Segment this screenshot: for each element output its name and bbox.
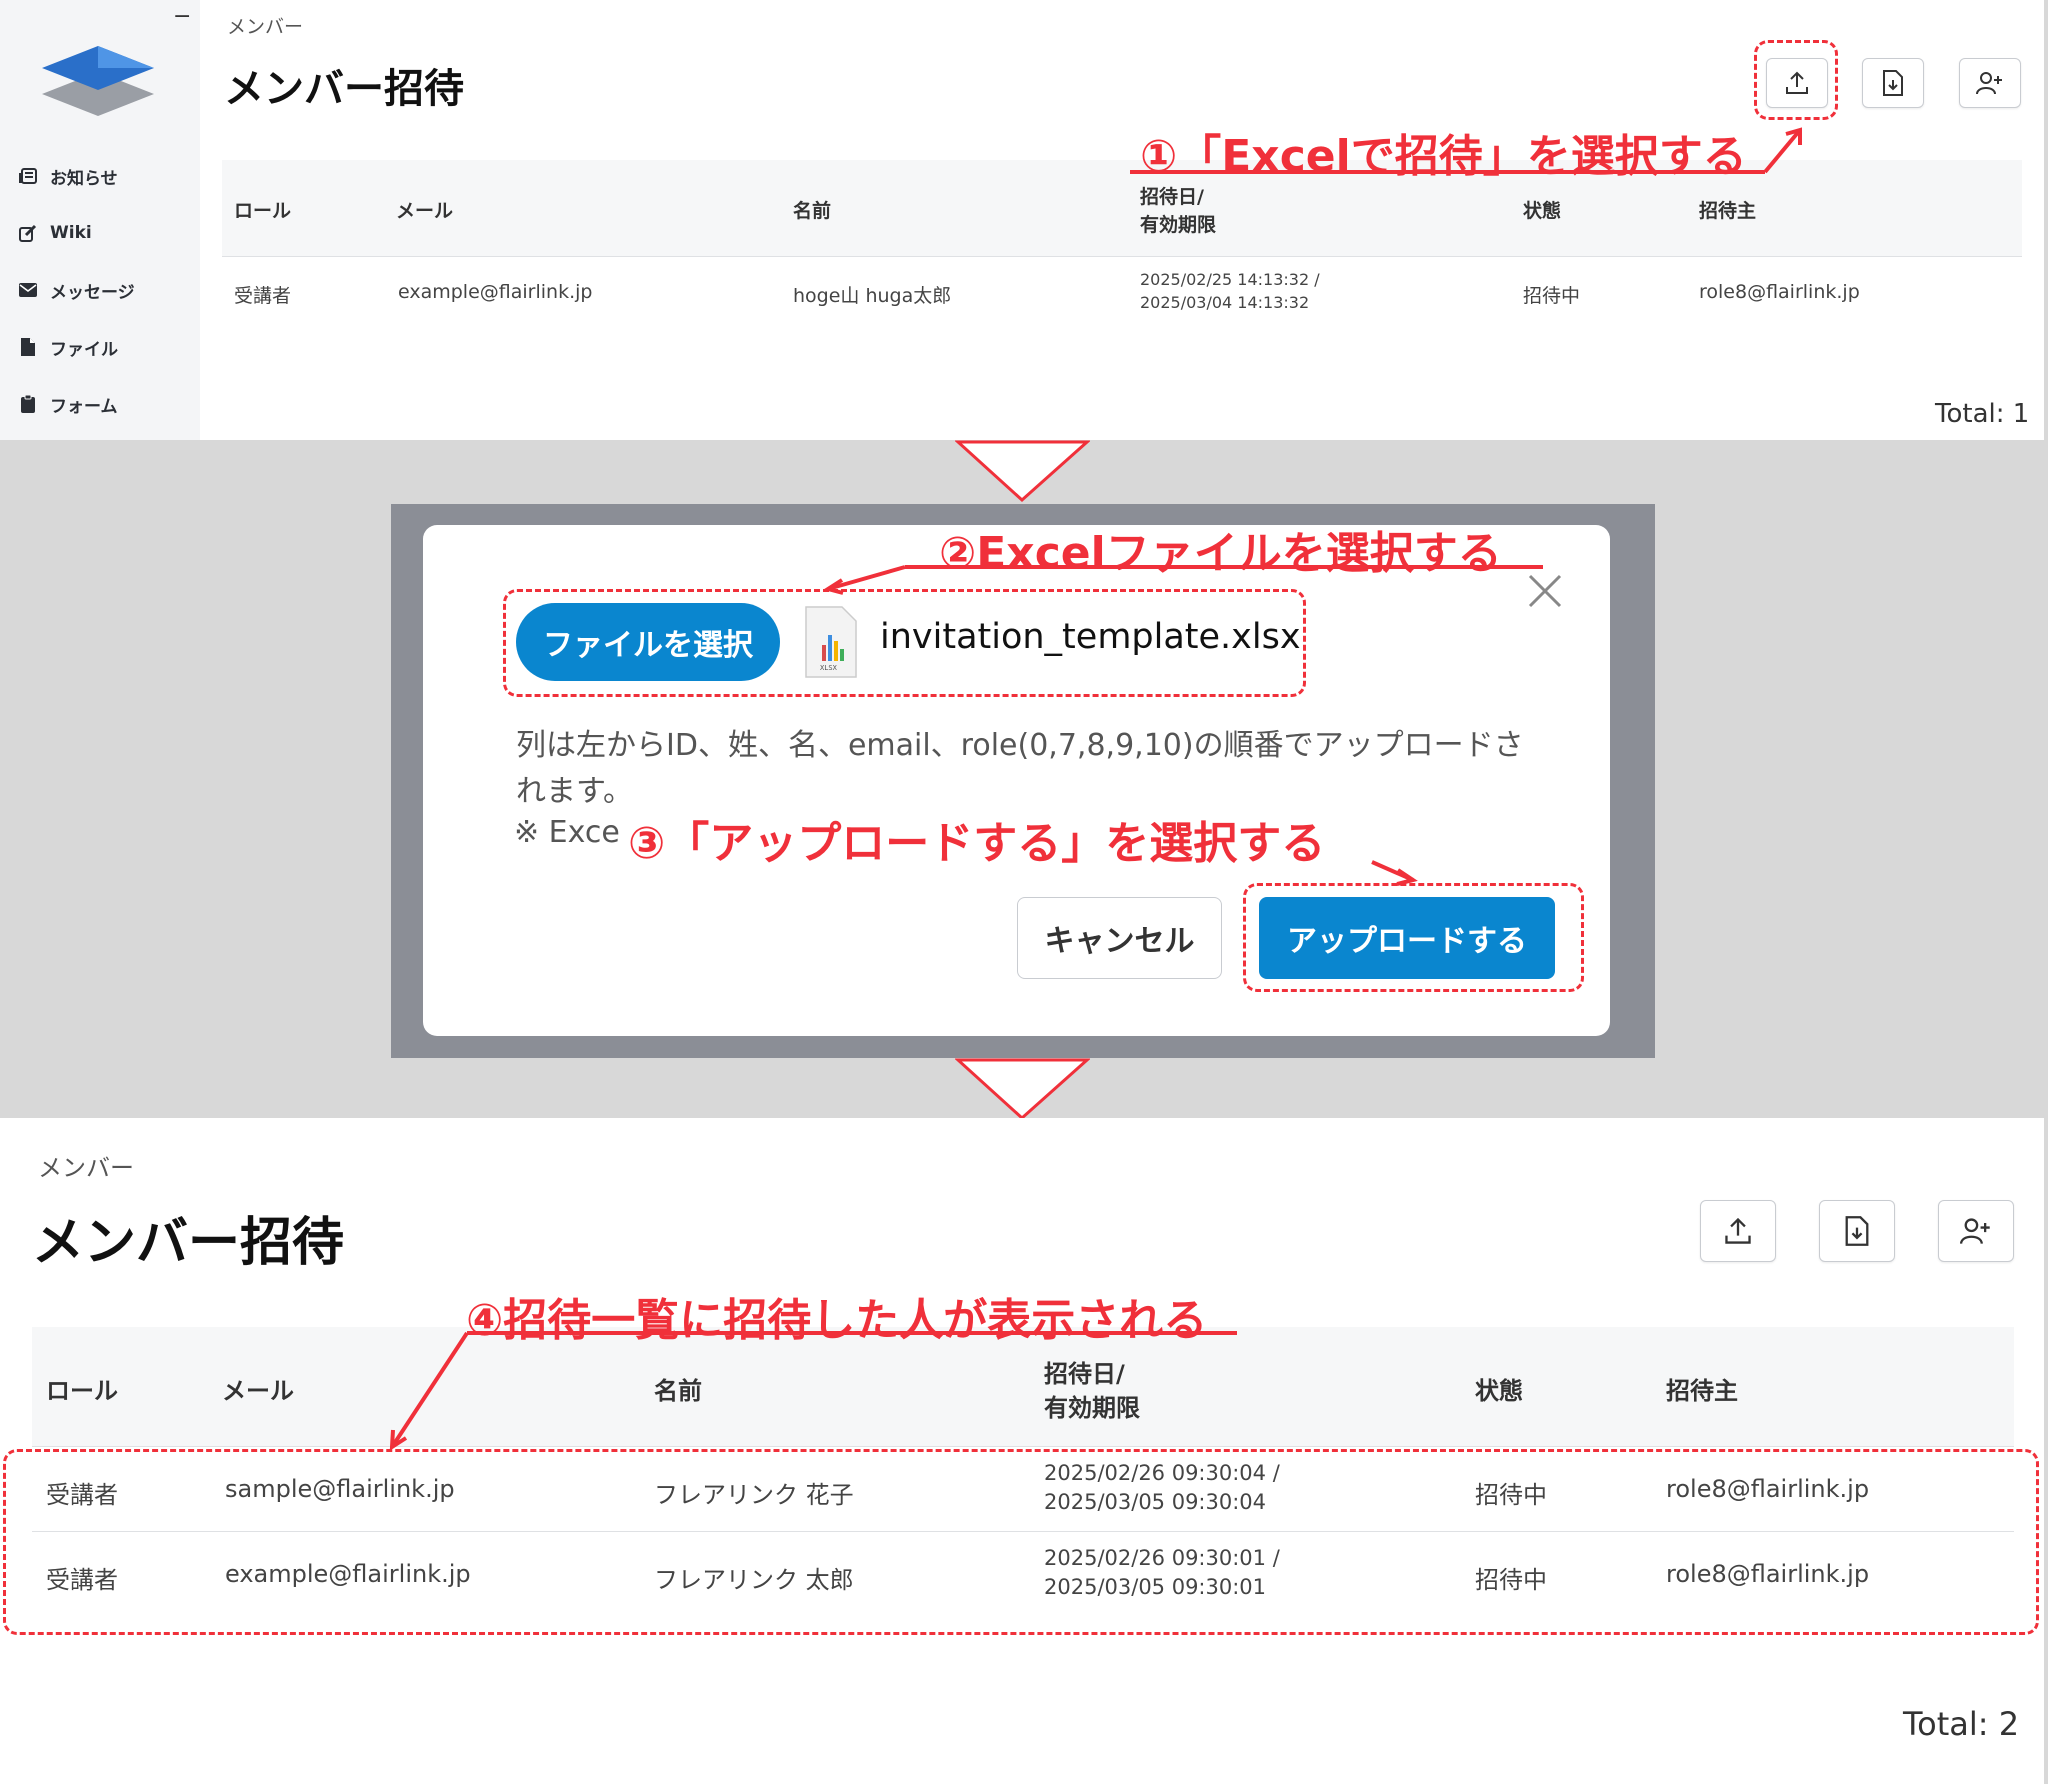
cell-status: 招待中: [1523, 285, 1581, 307]
annotation-step4: ④招待一覧に招待した人が表示される: [466, 1295, 1208, 1346]
download-template-button[interactable]: [1819, 1200, 1895, 1262]
sidebar-item-label: Wiki: [50, 223, 92, 243]
download-template-button[interactable]: [1862, 58, 1924, 108]
column-header-inviter: 招待主: [1666, 1377, 1738, 1405]
breadcrumb: メンバー: [38, 1154, 134, 1182]
total-count: Total: 1: [1935, 399, 2030, 429]
newspaper-icon: [18, 166, 38, 186]
highlight-box: [503, 589, 1306, 697]
sidebar-item-messages[interactable]: メッセージ: [18, 275, 198, 305]
column-header-name: 名前: [654, 1377, 702, 1405]
column-header-mail: メール: [222, 1377, 294, 1405]
cell-name: hoge山 huga太郎: [793, 285, 952, 307]
cell-date: 2025/02/25 14:13:32 /: [1140, 270, 1320, 289]
upload-note: ※ Exce: [514, 815, 620, 850]
annotation-step1: ①「Excelで招待」を選択する: [1140, 131, 1747, 182]
upload-description: 列は左からID、姓、名、email、role(0,7,8,9,10)の順番でアッ…: [516, 728, 1524, 809]
annotation-step3: ③「アップロードする」を選択する: [628, 818, 1326, 869]
close-icon[interactable]: [1527, 573, 1563, 609]
clipboard-icon: [18, 394, 38, 414]
file-download-icon: [1845, 1216, 1869, 1246]
highlight-box: [1754, 40, 1838, 120]
page-title: メンバー招待: [32, 1213, 345, 1273]
column-header-role: ロール: [234, 200, 292, 222]
table-row: 受講者 example@flairlink.jp hoge山 huga太郎 20…: [222, 257, 2022, 327]
column-header-mail: メール: [396, 200, 454, 222]
sidebar-item-wiki[interactable]: Wiki: [18, 218, 198, 248]
add-user-icon: [1960, 1218, 1990, 1244]
column-header-status: 状態: [1475, 1377, 1523, 1405]
sidebar-item-forms[interactable]: フォーム: [18, 389, 198, 419]
file-download-icon: [1883, 70, 1903, 96]
column-header-inviter: 招待主: [1699, 200, 1757, 222]
cell-expiry: 2025/03/04 14:13:32: [1140, 293, 1310, 312]
column-header-expiry: 有効期限: [1044, 1394, 1140, 1422]
add-user-button[interactable]: [1959, 58, 2021, 108]
down-arrow-icon: [955, 440, 1090, 503]
column-header-name: 名前: [793, 200, 832, 222]
down-arrow-icon: [955, 1058, 1090, 1121]
sidebar-item-label: フォーム: [50, 396, 118, 417]
add-user-button[interactable]: [1938, 1200, 2014, 1262]
sidebar-item-label: ファイル: [50, 339, 118, 360]
member-invite-panel-before: − お知らせ Wiki メッセージ ファイル フォーム メンバー メンバー招待: [0, 0, 2044, 440]
breadcrumb: メンバー: [227, 16, 304, 38]
cell-inviter: role8@flairlink.jp: [1699, 281, 1860, 303]
upload-icon: [1725, 1217, 1751, 1244]
collapse-icon[interactable]: −: [173, 4, 191, 29]
cell-mail: example@flairlink.jp: [398, 281, 593, 303]
member-invite-panel-after: メンバー メンバー招待 ロール メール 名前 招待日/ 有効期限 状態 招待主 …: [0, 1118, 2044, 1784]
sidebar-item-news[interactable]: お知らせ: [18, 161, 198, 191]
edit-icon: [18, 223, 38, 243]
envelope-icon: [18, 280, 38, 300]
file-icon: [18, 337, 38, 357]
excel-upload-button[interactable]: [1700, 1200, 1776, 1262]
highlight-box: [3, 1449, 2039, 1635]
annotation-step2: ②Excelファイルを選択する: [939, 528, 1502, 579]
column-header-date: 招待日/: [1044, 1360, 1125, 1388]
total-count: Total: 2: [1903, 1705, 2020, 1743]
page-title: メンバー招待: [224, 66, 464, 112]
column-header-role: ロール: [46, 1377, 118, 1405]
highlight-box: [1243, 883, 1584, 992]
sidebar-item-label: メッセージ: [50, 282, 135, 303]
column-header-date: 招待日/: [1140, 186, 1204, 208]
column-header-expiry: 有効期限: [1140, 214, 1217, 236]
add-user-icon: [1976, 72, 2002, 95]
cancel-button[interactable]: キャンセル: [1017, 897, 1222, 979]
cell-role: 受講者: [234, 285, 292, 307]
column-header-status: 状態: [1523, 200, 1562, 222]
sidebar: − お知らせ Wiki メッセージ ファイル フォーム: [0, 0, 200, 440]
sidebar-item-label: お知らせ: [50, 168, 118, 189]
sidebar-item-files[interactable]: ファイル: [18, 332, 198, 362]
table-header: ロール メール 名前 招待日/ 有効期限 状態 招待主: [222, 160, 2022, 257]
logo: [42, 46, 154, 116]
